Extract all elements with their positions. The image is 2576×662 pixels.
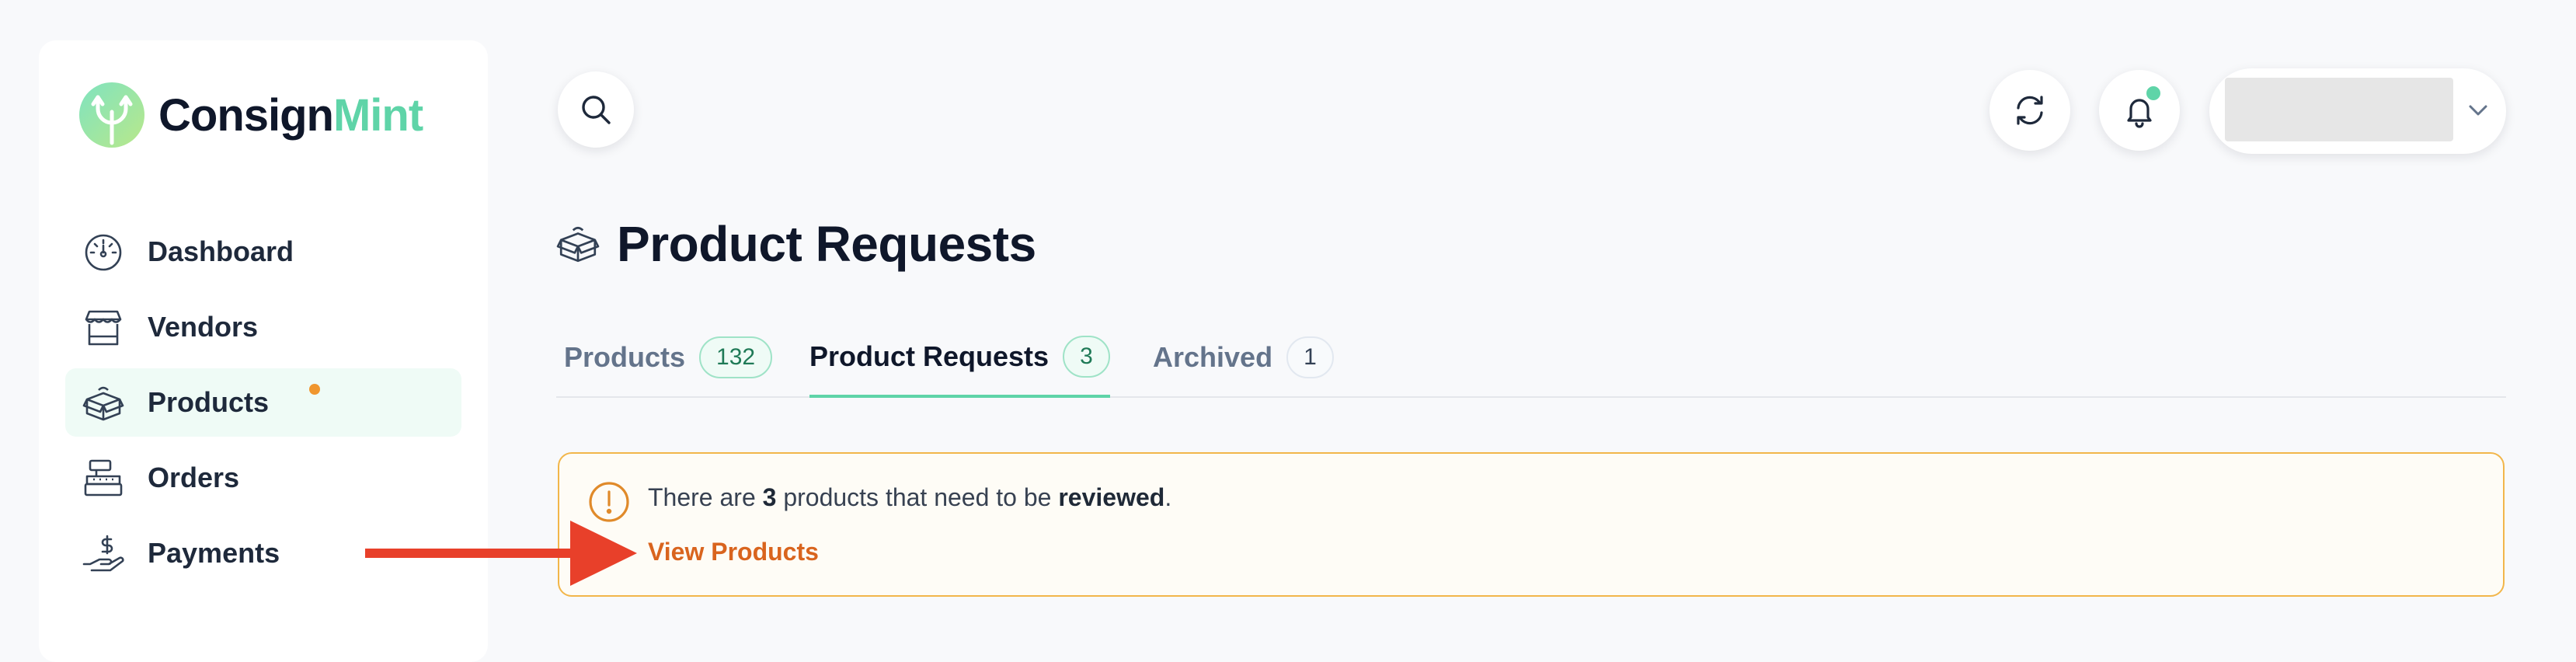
sidebar-item-orders[interactable]: Orders <box>65 444 461 512</box>
tab-archived[interactable]: Archived 1 <box>1153 319 1334 396</box>
notification-dot <box>2144 84 2163 103</box>
sidebar-item-label: Products <box>148 386 270 418</box>
tab-products[interactable]: Products 132 <box>564 319 773 396</box>
tab-product-requests[interactable]: Product Requests 3 <box>809 319 1110 398</box>
hand-dollar-icon <box>82 535 124 572</box>
tabs: Products 132 Product Requests 3 Archived… <box>556 319 2506 398</box>
search-icon <box>582 96 611 124</box>
sidebar-item-label: Orders <box>148 462 240 493</box>
annotation-arrow <box>365 521 637 586</box>
page-title: Product Requests <box>617 216 1036 272</box>
tab-label: Archived <box>1153 341 1273 373</box>
sidebar-item-label: Payments <box>148 537 280 569</box>
count-badge: 1 <box>1286 336 1334 378</box>
brand-name: ConsignMint <box>158 89 423 141</box>
review-alert: There are 3 products that need to be rev… <box>558 452 2505 597</box>
view-products-link[interactable]: View Products <box>648 538 819 566</box>
open-box-icon <box>82 386 124 421</box>
avatar <box>2225 78 2453 141</box>
storefront-icon <box>85 310 122 346</box>
notification-dot <box>309 384 320 395</box>
notifications-button[interactable] <box>2099 70 2180 151</box>
cash-register-icon <box>84 459 123 496</box>
sidebar-item-products[interactable]: Products <box>65 368 461 437</box>
sidebar-item-label: Dashboard <box>148 235 294 267</box>
logo-icon <box>79 82 144 148</box>
sidebar-item-vendors[interactable]: Vendors <box>65 293 461 361</box>
search-button[interactable] <box>558 71 634 148</box>
alert-message: There are 3 products that need to be rev… <box>648 483 1172 511</box>
page-header: Product Requests <box>556 211 1036 277</box>
user-menu[interactable] <box>2209 68 2506 154</box>
sidebar-item-label: Vendors <box>148 311 259 343</box>
count-badge: 3 <box>1063 336 1110 378</box>
refresh-button[interactable] <box>1989 70 2070 151</box>
sidebar-item-dashboard[interactable]: Dashboard <box>65 218 461 286</box>
tab-label: Product Requests <box>809 340 1050 372</box>
count-badge: 132 <box>699 336 773 378</box>
tab-label: Products <box>564 341 686 373</box>
refresh-icon <box>2017 96 2043 125</box>
gauge-icon <box>85 234 122 271</box>
open-box-icon <box>556 226 600 263</box>
warning-icon <box>589 482 629 522</box>
chevron-down-icon <box>2469 105 2487 116</box>
brand-logo[interactable]: ConsignMint <box>78 80 423 150</box>
